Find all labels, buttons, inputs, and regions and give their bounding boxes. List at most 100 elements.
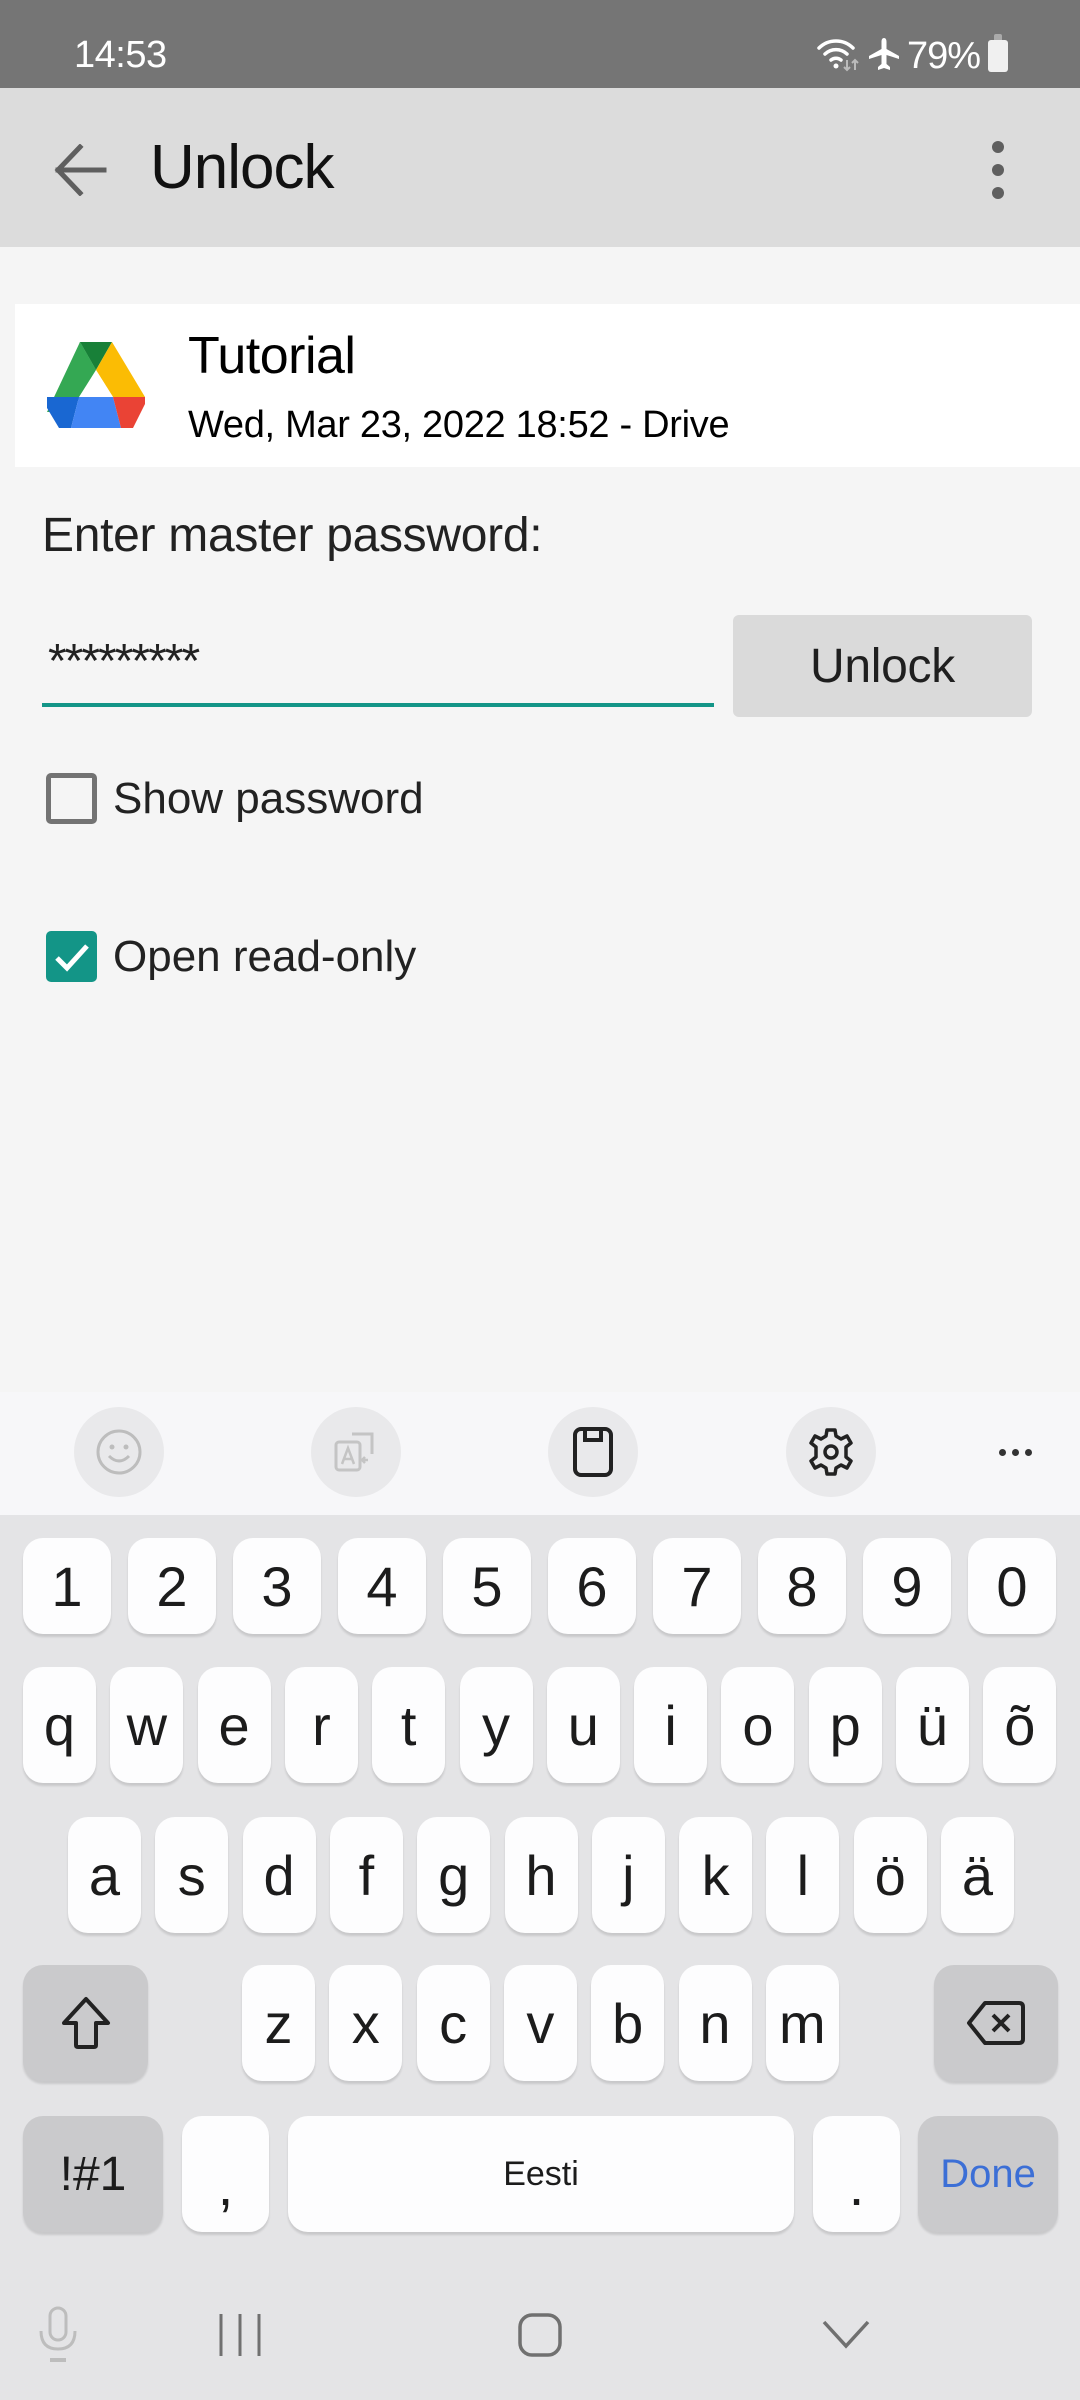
password-label: Enter master password: [42,509,543,562]
key-3[interactable]: 3 [233,1538,321,1634]
keyboard-toolbar [0,1392,1080,1515]
key-g[interactable]: g [417,1817,491,1933]
emoji-button[interactable] [74,1407,164,1497]
key-z[interactable]: z [242,1965,315,2081]
shift-key[interactable] [23,1965,148,2081]
key-4[interactable]: 4 [338,1538,426,1634]
more-icon-dot [1011,1448,1019,1456]
airplane-mode-icon [867,36,901,77]
key-v[interactable]: v [503,1965,577,2081]
more-icon-dot [1024,1448,1032,1456]
key-h[interactable]: h [504,1817,578,1933]
key-f[interactable]: f [329,1817,403,1933]
key-y[interactable]: y [459,1667,533,1783]
key-j[interactable]: j [591,1817,665,1933]
read-only-label: Open read-only [113,931,417,981]
key-6[interactable]: 6 [548,1538,636,1634]
key-e[interactable]: e [197,1667,271,1783]
key-k[interactable]: k [679,1817,753,1933]
battery-percent: 79% [906,34,981,77]
key-l[interactable]: l [766,1817,840,1933]
home-button[interactable] [500,2295,580,2375]
read-only-option[interactable]: Open read-only [46,931,416,982]
more-vert-icon-dot [992,141,1004,153]
key-i[interactable]: i [634,1667,708,1783]
backspace-key[interactable] [934,1965,1058,2081]
comma-key[interactable]: , [182,2116,269,2232]
key-8[interactable]: 8 [758,1538,846,1634]
period-key[interactable]: . [813,2116,900,2232]
symbols-key[interactable]: !#1 [23,2116,163,2232]
key-o[interactable]: o [721,1667,795,1783]
space-key[interactable]: Eesti [288,2116,794,2232]
key-c[interactable]: c [416,1965,490,2081]
status-time: 14:53 [74,34,167,76]
key-p[interactable]: p [808,1667,882,1783]
checkmark-icon [54,943,89,972]
key-t[interactable]: t [372,1667,446,1783]
back-button[interactable] [40,133,120,207]
key-ä[interactable]: ä [941,1817,1014,1933]
translate-icon [334,1432,374,1472]
keyboard: 1234567890 qwertyuiopüõ asdfghjklöä zxcv… [0,1515,1080,2400]
key-0[interactable]: 0 [968,1538,1056,1634]
file-meta: Wed, Mar 23, 2022 18:52 - Drive [188,404,730,446]
key-õ[interactable]: õ [983,1667,1057,1783]
status-icons: 79% [817,34,1008,78]
show-password-checkbox[interactable] [46,773,97,824]
key-n[interactable]: n [678,1965,752,2081]
home-icon [518,2313,562,2357]
clipboard-button[interactable] [548,1407,638,1497]
more-vert-icon-dot [992,164,1004,176]
key-m[interactable]: m [765,1965,839,2081]
battery-icon [988,34,1008,72]
arrow-back-icon [54,144,107,196]
key-1[interactable]: 1 [23,1538,111,1634]
unlock-button[interactable]: Unlock [733,615,1032,717]
key-7[interactable]: 7 [653,1538,741,1634]
microphone-icon [39,2306,77,2362]
file-card: Tutorial Wed, Mar 23, 2022 18:52 - Drive [15,304,1080,467]
recent-apps-icon [219,2314,261,2356]
emoji-icon [96,1429,142,1475]
more-vert-icon-dot [992,187,1004,199]
key-a[interactable]: a [68,1817,141,1933]
key-b[interactable]: b [591,1965,665,2081]
settings-icon [809,1428,853,1476]
key-s[interactable]: s [155,1817,229,1933]
key-5[interactable]: 5 [443,1538,531,1634]
password-input[interactable] [42,620,714,707]
read-only-checkbox[interactable] [46,931,97,982]
hide-keyboard-button[interactable] [806,2295,886,2375]
more-icon-dot [998,1448,1006,1456]
hide-keyboard-icon [822,2320,870,2349]
key-2[interactable]: 2 [128,1538,216,1634]
key-ö[interactable]: ö [853,1817,927,1933]
key-w[interactable]: w [110,1667,184,1783]
wifi-data-icon [817,36,861,77]
google-drive-icon [47,342,145,428]
key-ü[interactable]: ü [896,1667,969,1783]
show-password-option[interactable]: Show password [46,773,424,824]
key-d[interactable]: d [242,1817,316,1933]
key-u[interactable]: u [546,1667,620,1783]
page-title: Unlock [150,133,335,202]
key-9[interactable]: 9 [863,1538,951,1634]
done-key[interactable]: Done [918,2116,1058,2232]
recent-apps-button[interactable] [200,2295,280,2375]
shift-icon [61,1997,110,2049]
backspace-icon [967,2001,1025,2045]
more-options-button[interactable] [968,130,1028,210]
app-bar: Unlock [0,88,1080,247]
key-x[interactable]: x [329,1965,403,2081]
key-r[interactable]: r [284,1667,358,1783]
show-password-label: Show password [113,773,424,823]
key-q[interactable]: q [23,1667,96,1783]
voice-input-button[interactable] [28,2295,88,2375]
toolbar-more-button[interactable] [980,1432,1050,1472]
translate-button[interactable] [311,1407,401,1497]
status-bar: 14:53 79% [0,0,1080,88]
settings-button[interactable] [786,1407,876,1497]
file-name: Tutorial [188,327,356,385]
clipboard-icon [573,1427,613,1477]
